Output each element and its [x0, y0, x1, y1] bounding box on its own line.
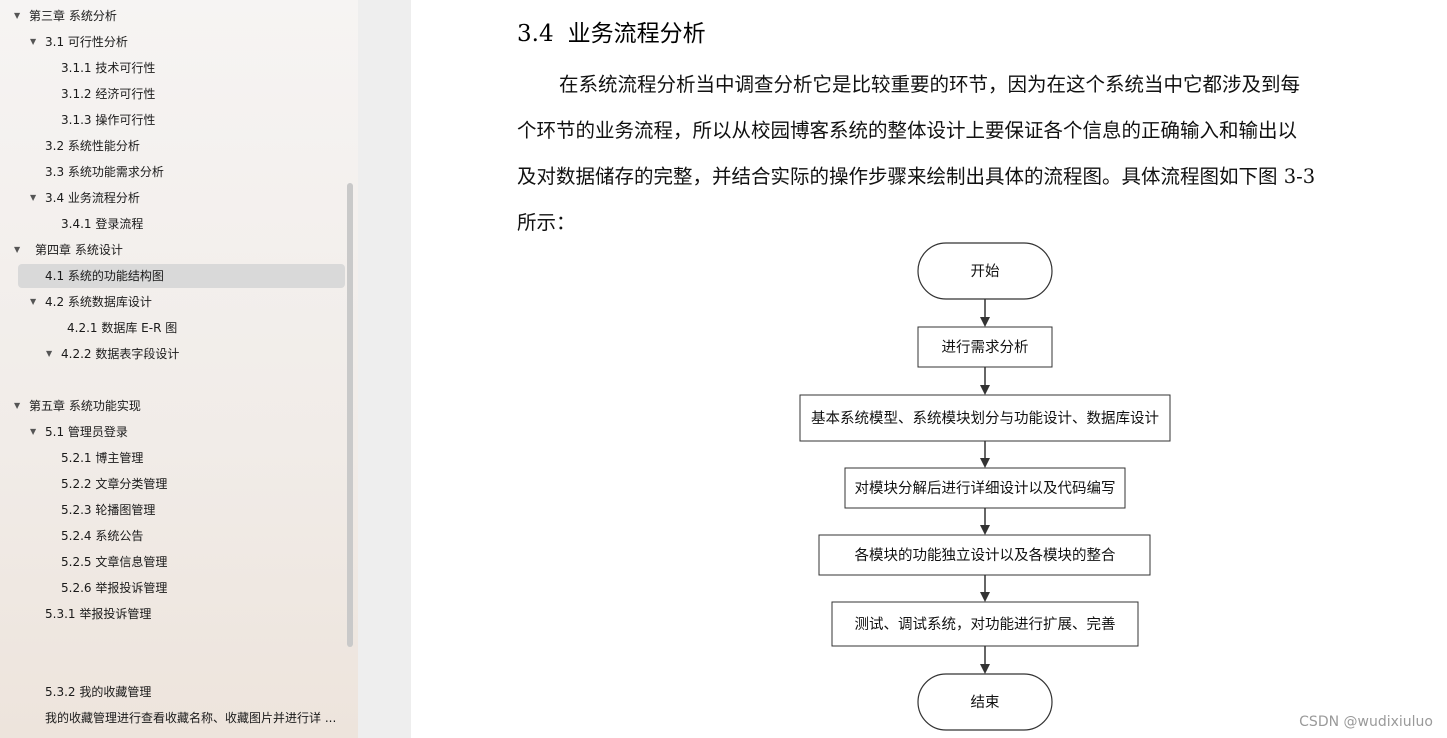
- flow-step-label: 各模块的功能独立设计以及各模块的整合: [855, 547, 1116, 564]
- flow-step-label: 对模块分解后进行详细设计以及代码编写: [855, 480, 1116, 497]
- flow-step-label: 基本系统模型、系统模块划分与功能设计、数据库设计: [811, 410, 1159, 427]
- flow-step-label: 测试、调试系统，对功能进行扩展、完善: [855, 616, 1116, 633]
- end-label: 结束: [971, 694, 1000, 711]
- flowchart: 开始 进行需求分析 基本系统模型、系统模块划分与功能设计、数据库设计 对模块分解…: [799, 242, 1171, 731]
- flow-step-label: 进行需求分析: [942, 339, 1029, 356]
- watermark: CSDN @wudixiuluo: [1299, 714, 1433, 730]
- start-label: 开始: [971, 263, 1000, 280]
